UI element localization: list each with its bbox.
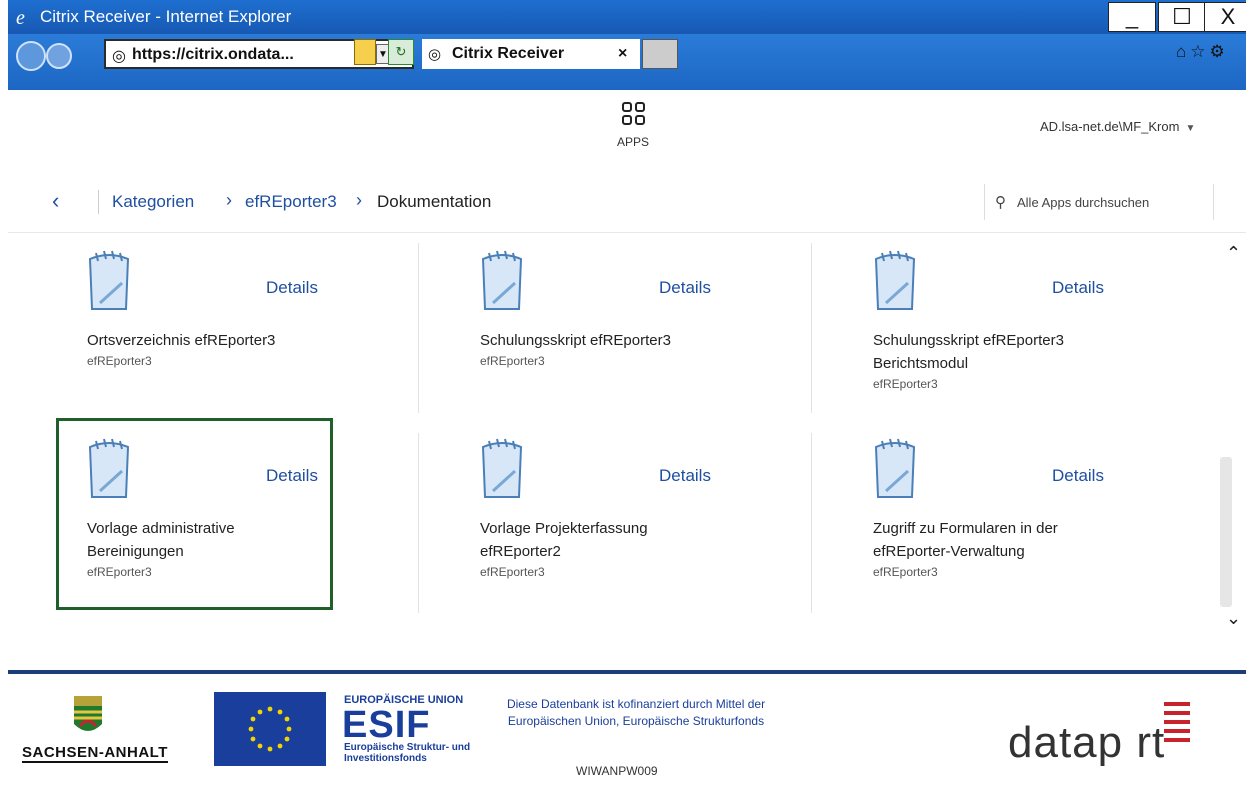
forward-icon[interactable] [46, 43, 72, 69]
app-title: Zugriff zu Formularen in der efREporter-… [873, 517, 1113, 581]
app-tile[interactable]: Details Ortsverzeichnis efREporter3 efREp… [8, 233, 401, 419]
app-subtitle: efREporter3 [873, 565, 938, 579]
document-icon [481, 438, 523, 498]
sachsen-anhalt-crest-icon [74, 696, 102, 731]
app-subtitle: efREporter3 [873, 377, 938, 391]
breadcrumb-kategorien[interactable]: Kategorien [112, 192, 194, 212]
esif-logo: ESIF [342, 704, 431, 746]
new-tab-button[interactable] [642, 39, 678, 69]
details-link[interactable]: Details [659, 278, 711, 298]
citrix-storefront-page: APPS AD.lsa-net.de\MF_Krom ▼ ‹ Kategorien… [8, 90, 1246, 670]
window-title: Citrix Receiver - Internet Explorer [40, 7, 292, 26]
internet-explorer-icon: e [16, 7, 25, 28]
search-icon: ⚲ [995, 194, 1006, 211]
app-tile[interactable]: Details Schulungsskript efREporter3 Beri… [794, 233, 1187, 419]
minimize-button[interactable]: _ [1108, 2, 1156, 32]
home-icon[interactable]: ⌂ [1176, 42, 1190, 61]
app-title: Vorlage Projekterfassung efREporter2 efRE… [480, 517, 720, 581]
document-icon [874, 438, 916, 498]
app-subtitle: efREporter3 [480, 565, 545, 579]
tab-title: Citrix Receiver [452, 45, 565, 62]
app-title: Schulungsskript efREporter3 Berichtsmodu… [873, 329, 1113, 393]
address-url: https://citrix.ondata... [132, 46, 294, 63]
esif-subtitle: Europäische Struktur- und Investitionsfo… [344, 742, 471, 764]
svg-text:e: e [16, 7, 25, 28]
app-title: Schulungsskript efREporter3 efREporter3 [480, 329, 720, 370]
footer: SACHSEN-ANHALT EUROPÄISCHE UNION ESIF Eu… [8, 674, 1246, 786]
document-icon [874, 250, 916, 310]
tab-close-icon[interactable]: × [618, 45, 627, 63]
maximize-button[interactable]: ☐ [1158, 2, 1206, 32]
apps-label: APPS [616, 135, 649, 149]
app-tile[interactable]: Details Schulungsskript efREporter3 efREp… [401, 233, 794, 419]
details-link[interactable]: Details [1052, 278, 1104, 298]
app-title: Ortsverzeichnis efREporter3 efREporter3 [87, 329, 327, 370]
back-icon[interactable] [16, 41, 46, 71]
settings-gear-icon[interactable]: ⚙ [1210, 42, 1229, 61]
eu-flag-icon [214, 692, 326, 766]
sachsen-anhalt-label: SACHSEN-ANHALT [22, 744, 168, 763]
user-menu[interactable]: AD.lsa-net.de\MF_Krom ▼ [1040, 119, 1195, 134]
details-link[interactable]: Details [266, 278, 318, 298]
search-input[interactable]: Alle Apps durchsuchen [1017, 195, 1149, 210]
app-tile[interactable]: Details Zugriff zu Formularen in der efR… [794, 421, 1187, 607]
back-arrow-icon[interactable]: ‹ [52, 188, 59, 214]
document-icon [88, 250, 130, 310]
refresh-icon[interactable]: ↻ [388, 39, 414, 65]
app-subtitle: efREporter3 [480, 354, 545, 368]
search-box[interactable]: ⚲ Alle Apps durchsuchen [984, 184, 1214, 220]
cofinancing-note: Diese Datenbank ist kofinanziert durch M… [506, 697, 766, 728]
chevron-right-icon: › [226, 190, 232, 210]
apps-grid-icon [621, 102, 645, 125]
server-name: WIWANPW009 [576, 764, 658, 778]
browser-tab[interactable]: ◎ Citrix Receiver × [422, 39, 640, 69]
browser-toolbar: ◎ https://citrix.ondata... ⌕ ▼ ↻ ◎ Citri… [8, 34, 1246, 90]
selection-highlight [56, 418, 333, 610]
app-subtitle: efREporter3 [87, 354, 152, 368]
app-tile[interactable]: Details Vorlage Projekterfassung efREpor… [401, 421, 794, 607]
dataport-logo: datap rt [1008, 718, 1166, 767]
scroll-down-icon[interactable]: ⌄ [1226, 608, 1241, 629]
scrollbar-thumb[interactable] [1220, 457, 1232, 607]
breadcrumb-efreporter3[interactable]: efREporter3 [245, 192, 337, 212]
site-icon: ◎ [112, 48, 126, 65]
apps-nav[interactable]: APPS [603, 102, 663, 149]
chevron-down-icon: ▼ [1185, 123, 1196, 134]
citrix-tab-icon: ◎ [428, 46, 442, 63]
scroll-up-icon[interactable]: ⌃ [1226, 243, 1241, 264]
dataport-logo-mark [1164, 702, 1190, 747]
favorites-icon[interactable]: ☆ [1190, 42, 1209, 61]
chevron-right-icon: › [356, 190, 362, 210]
details-link[interactable]: Details [1052, 466, 1104, 486]
close-button[interactable]: X [1204, 2, 1246, 32]
breadcrumb-dokumentation: Dokumentation [377, 192, 492, 211]
details-link[interactable]: Details [659, 466, 711, 486]
breadcrumb-divider [98, 190, 99, 214]
app-list: Details Ortsverzeichnis efREporter3 efREp… [8, 233, 1246, 670]
user-name: AD.lsa-net.de\MF_Krom [1040, 119, 1180, 134]
document-icon [481, 250, 523, 310]
window-titlebar: e Citrix Receiver - Internet Explorer _ … [8, 0, 1246, 34]
lock-icon[interactable] [354, 39, 376, 65]
